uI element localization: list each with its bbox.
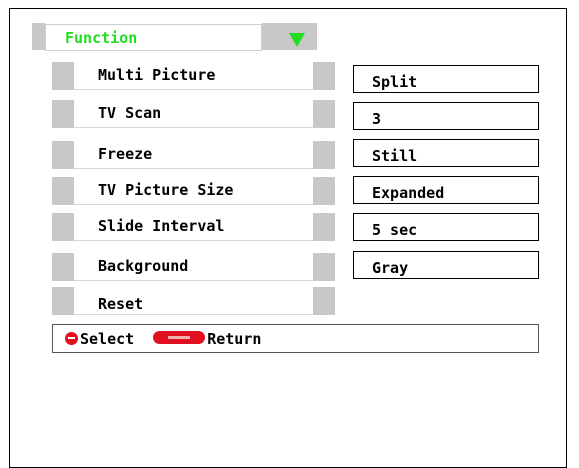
menu-item-left-cap xyxy=(52,253,74,281)
menu-item-tv-picture-size[interactable]: TV Picture Size xyxy=(52,177,335,205)
menu-item-right-cap xyxy=(313,177,335,205)
select-hint-label: Select xyxy=(80,330,135,348)
menu-item-left-cap xyxy=(52,177,74,205)
menu-item-left-cap xyxy=(52,213,74,241)
menu-item-right-cap xyxy=(313,213,335,241)
control-hint-bar: Select Return xyxy=(52,324,539,353)
menu-item-label: Freeze xyxy=(74,141,313,169)
menu-item-right-cap xyxy=(313,62,335,90)
menu-item-freeze[interactable]: Freeze xyxy=(52,141,335,169)
red-round-button-icon xyxy=(65,332,78,345)
menu-item-right-cap xyxy=(313,141,335,169)
menu-item-left-cap xyxy=(52,100,74,128)
menu-item-left-cap xyxy=(52,62,74,90)
value-multi-picture[interactable]: Split xyxy=(353,65,539,93)
menu-item-right-cap xyxy=(313,253,335,281)
menu-item-background[interactable]: Background xyxy=(52,253,335,281)
menu-item-right-cap xyxy=(313,100,335,128)
return-hint-label: Return xyxy=(207,330,262,348)
menu-item-right-cap xyxy=(313,287,335,315)
enter-button-icon xyxy=(153,331,206,344)
menu-item-multi-picture[interactable]: Multi Picture xyxy=(52,62,335,90)
menu-item-tv-scan[interactable]: TV Scan xyxy=(52,100,335,128)
value-freeze[interactable]: Still xyxy=(353,139,539,167)
menu-item-label: Multi Picture xyxy=(74,62,313,90)
value-tv-scan[interactable]: 3 xyxy=(353,102,539,130)
menu-item-left-cap xyxy=(52,141,74,169)
menu-title[interactable]: Function xyxy=(45,24,262,51)
menu-item-reset[interactable]: Reset xyxy=(52,287,335,315)
menu-item-left-cap xyxy=(52,287,74,315)
menu-item-label: TV Picture Size xyxy=(74,177,313,205)
menu-item-label: TV Scan xyxy=(74,100,313,128)
menu-item-label: Reset xyxy=(74,287,313,315)
value-tv-picture-size[interactable]: Expanded xyxy=(353,176,539,204)
value-slide-interval[interactable]: 5 sec xyxy=(353,213,539,241)
triangle-down-icon[interactable] xyxy=(289,33,305,47)
value-background[interactable]: Gray xyxy=(353,251,539,279)
menu-item-label: Background xyxy=(74,253,313,281)
menu-item-label: Slide Interval xyxy=(74,213,313,241)
menu-item-slide-interval[interactable]: Slide Interval xyxy=(52,213,335,241)
title-bar-left-cap xyxy=(32,23,45,50)
